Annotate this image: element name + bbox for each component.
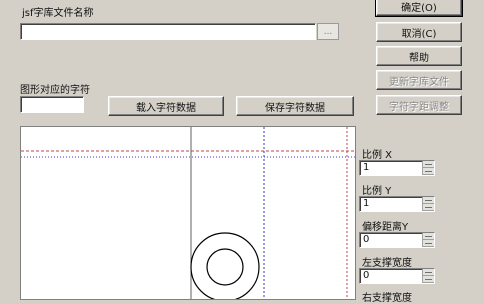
right-width-label: 右支撑宽度 [362, 293, 412, 304]
ok-button[interactable]: 确定(O) [375, 0, 463, 17]
file-path-input[interactable] [20, 23, 316, 40]
scale-x-label: 比例 X [362, 150, 393, 161]
offset-y-label: 偏移距离Y [362, 222, 409, 233]
offset-y-input[interactable]: 0 [359, 232, 435, 248]
scale-x-spinner[interactable] [422, 161, 434, 175]
cancel-button[interactable]: 取消(C) [376, 22, 462, 42]
left-width-value: 0 [363, 270, 370, 281]
save-char-data-button[interactable]: 保存字符数据 [236, 96, 354, 116]
scale-y-input[interactable]: 1 [359, 196, 435, 212]
glyph-canvas[interactable] [20, 126, 356, 300]
update-library-button[interactable]: 更新字库文件 [376, 70, 462, 90]
scale-x-input[interactable]: 1 [359, 160, 435, 176]
load-char-data-button[interactable]: 载入字符数据 [108, 96, 224, 116]
offset-y-spinner[interactable] [422, 233, 434, 247]
help-button[interactable]: 帮助 [376, 46, 462, 66]
left-width-input[interactable]: 0 [359, 268, 435, 284]
scale-y-spinner[interactable] [422, 197, 434, 211]
scale-y-value: 1 [363, 198, 370, 209]
left-width-spinner[interactable] [422, 269, 434, 283]
char-input[interactable] [20, 96, 84, 113]
browse-button[interactable]: ... [317, 23, 339, 40]
glyph-inner-circle [206, 248, 244, 286]
glyph-outer-circle [190, 232, 260, 299]
adjust-spacing-button[interactable]: 字符字距调整 [376, 95, 462, 115]
glyph-canvas-svg [21, 127, 355, 299]
scale-y-label: 比例 Y [362, 186, 392, 197]
offset-y-value: 0 [363, 234, 370, 245]
char-label: 图形对应的字符 [20, 85, 90, 96]
scale-x-value: 1 [363, 162, 370, 173]
left-width-label: 左支撑宽度 [362, 258, 412, 269]
file-name-label: jsf字库文件名称 [22, 8, 94, 19]
